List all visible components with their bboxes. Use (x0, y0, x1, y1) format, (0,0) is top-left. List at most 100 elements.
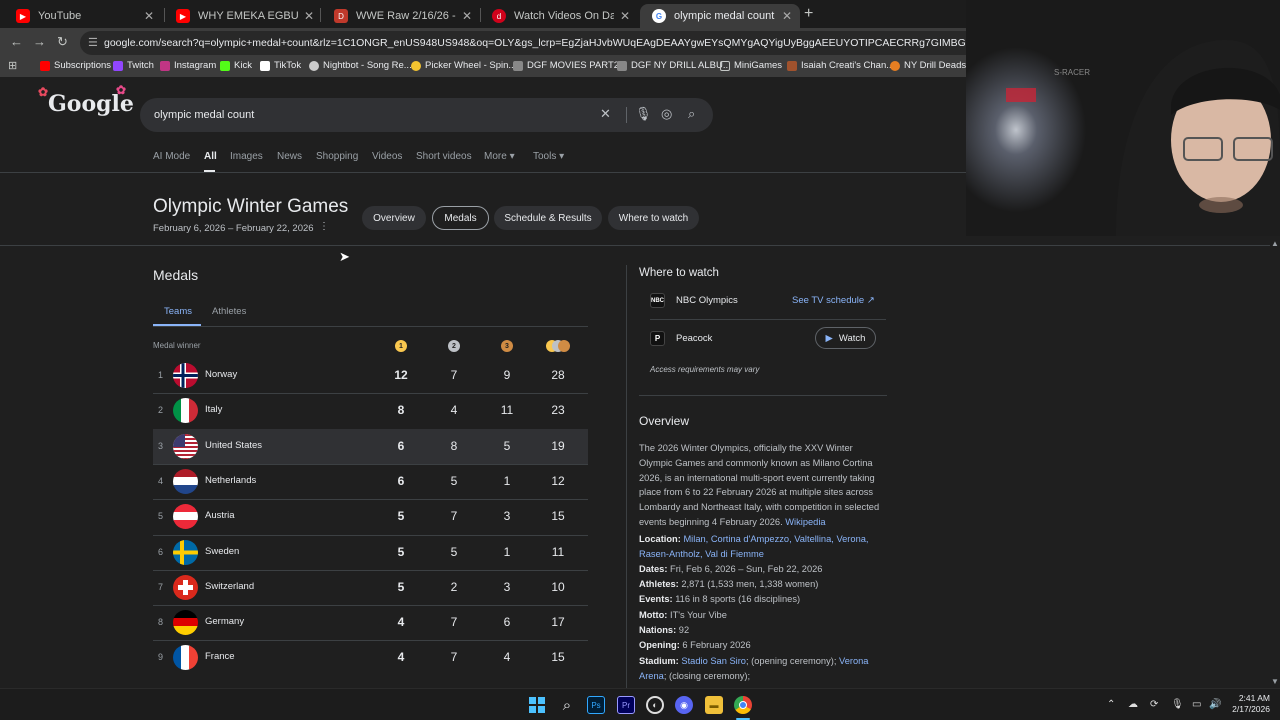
bookmark-kick[interactable]: Kick (220, 60, 252, 71)
mouse-cursor-icon: ➤ (339, 249, 350, 264)
search-icon[interactable]: ⌕ (688, 106, 695, 122)
address-bar[interactable]: ☰ google.com/search?q=olympic+medal+coun… (80, 31, 966, 55)
silver-count: 5 (450, 544, 458, 559)
premiere-icon[interactable]: Pr (617, 696, 635, 714)
microphone-icon[interactable]: 🎙 (1171, 699, 1184, 710)
forward-icon[interactable]: → (33, 34, 46, 49)
bookmark-tiktok[interactable]: TikTok (260, 60, 301, 71)
fact-nations: Nations: 92 (639, 623, 885, 638)
filter-images[interactable]: Images (230, 151, 263, 162)
table-row[interactable]: 3 United States 6 8 5 19 (153, 428, 588, 464)
table-row[interactable]: 4 Netherlands 6 5 1 12 (153, 464, 588, 499)
wikipedia-link[interactable]: Wikipedia (785, 517, 825, 527)
obs-icon[interactable]: ◐ (646, 696, 664, 714)
webcam-overlay: S-RACER (966, 0, 1280, 236)
search-input[interactable]: olympic medal count (154, 109, 254, 121)
display-icon[interactable]: ▭ (1192, 699, 1201, 710)
total-count: 19 (551, 438, 565, 453)
table-row[interactable]: 2 Italy 8 4 11 23 (153, 393, 588, 428)
bookmark-label: Subscriptions (54, 60, 112, 71)
filter-news[interactable]: News (277, 151, 302, 162)
tab-wwe[interactable]: D WWE Raw 2/16/26 - 16th Febru ✕ (322, 4, 480, 28)
bronze-count: 4 (503, 650, 511, 665)
rank: 9 (158, 652, 164, 663)
filter-ai-mode[interactable]: AI Mode (153, 151, 190, 162)
tab-egbuka[interactable]: ▶ WHY EMEKA EGBUKA FELL OFF ✕ (164, 4, 322, 28)
see-tv-schedule-link[interactable]: See TV schedule ↗ (792, 295, 875, 306)
watch-button[interactable]: ▶ Watch (815, 327, 876, 349)
close-icon[interactable]: ✕ (462, 9, 472, 23)
new-tab-button[interactable]: + (804, 5, 813, 23)
bookmark-dgf-movies[interactable]: DGF MOVIES PART2... (513, 60, 627, 71)
d-icon: D (334, 9, 348, 23)
clear-icon[interactable]: ✕ (600, 106, 611, 122)
scroll-up-icon[interactable]: ▲ (1271, 239, 1279, 248)
dailymotion-icon: d (492, 9, 506, 23)
camera-lens-icon[interactable]: ◎ (661, 106, 672, 122)
scroll-down-icon[interactable]: ▼ (1271, 677, 1279, 686)
search-box[interactable]: olympic medal count ✕ 🎙 ◎ ⌕ (140, 98, 713, 132)
chevron-up-icon[interactable]: ⌃ (1107, 699, 1115, 710)
reload-icon[interactable]: ↻ (57, 34, 68, 50)
nightbot-icon (309, 60, 319, 71)
bookmark-nightbot[interactable]: Nightbot - Song Re... (309, 60, 412, 71)
tab-youtube[interactable]: ▶ YouTube ✕ (4, 4, 162, 28)
fact-value: 2,871 (1,533 men, 1,338 women) (681, 579, 819, 589)
tab-teams[interactable]: Teams (164, 306, 192, 317)
site-info-icon[interactable]: ☰ (88, 36, 98, 49)
bookmark-minigames[interactable]: MiniGames (720, 60, 782, 71)
cloud-icon[interactable]: ☁ (1128, 699, 1138, 710)
bookmark-isaiah[interactable]: Isaiah Creati's Chan... (787, 60, 894, 71)
chrome-icon[interactable] (734, 696, 752, 714)
pill-where-to-watch[interactable]: Where to watch (608, 206, 699, 230)
fact-label: Opening: (639, 640, 680, 650)
windows-start-icon[interactable] (528, 696, 546, 714)
filter-shopping[interactable]: Shopping (316, 151, 358, 162)
stadium-link[interactable]: Stadio San Siro (681, 656, 746, 666)
bookmark-instagram[interactable]: Instagram (160, 60, 216, 71)
bookmark-subscriptions[interactable]: Subscriptions (40, 60, 111, 71)
pill-schedule-results[interactable]: Schedule & Results (494, 206, 602, 230)
filter-videos[interactable]: Videos (372, 151, 402, 162)
fact-value: 6 February 2026 (682, 640, 751, 650)
close-icon[interactable]: ✕ (144, 9, 154, 23)
bookmark-dgf-ny-drill[interactable]: DGF NY DRILL ALBU... (617, 60, 731, 71)
bookmark-twitch[interactable]: Twitch (113, 60, 154, 71)
total-count: 15 (551, 650, 565, 665)
apps-grid-icon[interactable]: ⊞ (8, 59, 17, 72)
google-doodle-logo[interactable]: Google ✿ ✿ (38, 83, 134, 117)
bookmark-picker-wheel[interactable]: Picker Wheel - Spin... (411, 60, 516, 71)
filter-all[interactable]: All (204, 151, 217, 162)
bookmark-ny-drill[interactable]: NY Drill Deads Qu... (890, 60, 966, 71)
search-icon[interactable]: ⌕ (558, 696, 576, 714)
table-row[interactable]: 9 France 4 7 4 15 (153, 640, 588, 675)
discord-icon[interactable]: ◉ (675, 696, 693, 714)
more-options-icon[interactable]: ⋮ (319, 221, 329, 232)
bronze-count: 1 (503, 544, 511, 559)
service-name[interactable]: Peacock (676, 333, 912, 344)
table-row[interactable]: 6 Sweden 5 5 1 11 (153, 535, 588, 570)
photoshop-icon[interactable]: Ps (587, 696, 605, 714)
back-icon[interactable]: ← (10, 34, 23, 49)
table-row[interactable]: 7 Switzerland 5 2 3 10 (153, 570, 588, 605)
table-row[interactable]: 1 Norway 12 7 9 28 (153, 358, 588, 393)
file-explorer-icon[interactable]: ▬ (705, 696, 723, 714)
system-clock[interactable]: 2:41 AM 2/17/2026 (1226, 693, 1270, 715)
tools-button[interactable]: Tools ▾ (533, 151, 564, 162)
pill-overview[interactable]: Overview (362, 206, 426, 230)
tab-google-active[interactable]: G olympic medal count - Google ✕ (640, 4, 800, 28)
close-icon[interactable]: ✕ (620, 9, 630, 23)
table-row[interactable]: 5 Austria 5 7 3 15 (153, 499, 588, 534)
pill-medals[interactable]: Medals (432, 206, 489, 230)
tab-athletes[interactable]: Athletes (212, 306, 246, 317)
filter-short-videos[interactable]: Short videos (416, 151, 472, 162)
close-icon[interactable]: ✕ (304, 9, 314, 23)
filter-more[interactable]: More ▾ (484, 151, 515, 162)
sync-icon[interactable]: ⟳ (1150, 699, 1158, 710)
volume-icon[interactable]: 🔊 (1209, 699, 1221, 710)
country-name: Italy (205, 404, 223, 416)
tab-dailymotion[interactable]: d Watch Videos On Dailymotion ✕ (480, 4, 638, 28)
microphone-icon[interactable]: 🎙 (635, 106, 652, 122)
table-row[interactable]: 8 Germany 4 7 6 17 (153, 605, 588, 640)
close-icon[interactable]: ✕ (782, 9, 792, 23)
